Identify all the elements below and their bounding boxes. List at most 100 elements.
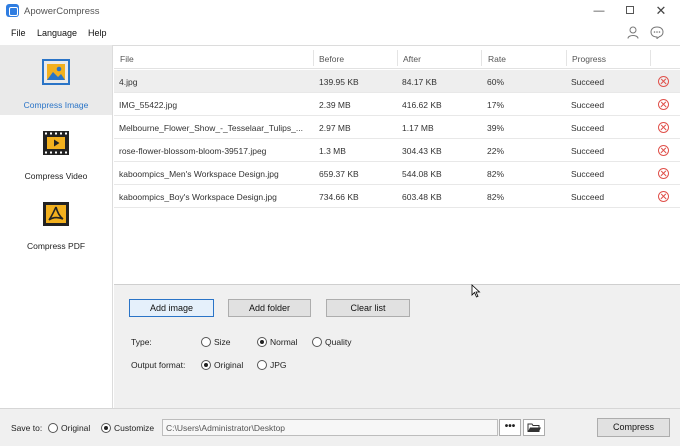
sidebar: Compress Image Compress Video Compress P… [0,45,113,408]
size-before: 1.3 MB [319,146,346,156]
title-bar: ApowerCompress — ✕ [0,0,680,22]
table-header: File Before After Rate Progress [114,47,680,69]
progress-status: Succeed [571,146,605,156]
size-before: 139.95 KB [319,77,359,87]
sidebar-item-compress-video[interactable]: Compress Video [0,116,112,186]
compression-rate: 22% [487,146,505,156]
output-format-label: Output format: [131,360,186,370]
type-size-label[interactable]: Size [214,337,231,347]
file-name: rose-flower-blossom-bloom-39517.jpeg [119,146,267,156]
table-row[interactable]: rose-flower-blossom-bloom-39517.jpeg 1.3… [114,139,680,162]
close-button[interactable]: ✕ [648,2,674,20]
table-row[interactable]: IMG_55422.jpg 2.39 MB 416.62 KB 17% Succ… [114,93,680,116]
format-jpg-label[interactable]: JPG [270,360,287,370]
size-after: 84.17 KB [402,77,437,87]
maximize-button[interactable] [617,2,643,20]
table-row[interactable]: kaboompics_Men's Workspace Design.jpg 65… [114,162,680,185]
progress-status: Succeed [571,123,605,133]
type-normal-label[interactable]: Normal [270,337,297,347]
column-header-file[interactable]: File [120,54,134,64]
save-original-radio[interactable] [48,423,58,433]
maximize-icon [626,6,634,15]
type-size-radio[interactable] [201,337,211,347]
type-quality-label[interactable]: Quality [325,337,351,347]
save-original-label[interactable]: Original [61,423,90,433]
size-after: 304.43 KB [402,146,442,156]
remove-icon[interactable] [658,145,669,156]
type-quality-radio[interactable] [312,337,322,347]
compression-rate: 60% [487,77,505,87]
mouse-cursor-icon [471,284,481,298]
column-separator[interactable] [650,50,651,66]
menu-file[interactable]: File [11,28,26,38]
column-header-before[interactable]: Before [319,54,344,64]
table-row[interactable]: Melbourne_Flower_Show_-_Tesselaar_Tulips… [114,116,680,139]
column-header-rate[interactable]: Rate [488,54,506,64]
format-original-radio[interactable] [201,360,211,370]
compress-button[interactable]: Compress [597,418,670,437]
progress-status: Succeed [571,77,605,87]
sidebar-item-compress-image[interactable]: Compress Image [0,45,112,115]
file-name: kaboompics_Men's Workspace Design.jpg [119,169,279,179]
size-after: 544.08 KB [402,169,442,179]
size-after: 603.48 KB [402,192,442,202]
menu-bar: File Language Help [0,22,680,44]
file-name: IMG_55422.jpg [119,100,178,110]
pdf-icon [43,202,69,226]
sidebar-item-label: Compress Video [24,171,88,181]
progress-status: Succeed [571,169,605,179]
options-panel: Add image Add folder Clear list Type: Si… [114,285,680,408]
table-row[interactable]: kaboompics_Boy's Workspace Design.jpg 73… [114,185,680,208]
progress-status: Succeed [571,192,605,202]
menu-language[interactable]: Language [37,28,77,38]
remove-icon[interactable] [658,122,669,133]
column-header-after[interactable]: After [403,54,421,64]
output-path-input[interactable] [162,419,498,436]
column-separator[interactable] [481,50,482,66]
size-before: 659.37 KB [319,169,359,179]
add-image-button[interactable]: Add image [129,299,214,317]
size-after: 1.17 MB [402,123,434,133]
compression-rate: 17% [487,100,505,110]
format-original-label[interactable]: Original [214,360,243,370]
chat-icon[interactable] [650,26,664,39]
remove-icon[interactable] [658,191,669,202]
column-separator[interactable] [313,50,314,66]
save-customize-label[interactable]: Customize [114,423,154,433]
remove-icon[interactable] [658,76,669,87]
folder-icon [527,423,541,432]
format-jpg-radio[interactable] [257,360,267,370]
clear-list-button[interactable]: Clear list [326,299,410,317]
size-before: 2.39 MB [319,100,351,110]
progress-status: Succeed [571,100,605,110]
file-name: Melbourne_Flower_Show_-_Tesselaar_Tulips… [119,123,303,133]
column-separator[interactable] [397,50,398,66]
menu-help[interactable]: Help [88,28,107,38]
minimize-button[interactable]: — [586,2,612,20]
add-folder-button[interactable]: Add folder [228,299,311,317]
save-to-label: Save to: [11,423,43,433]
column-separator[interactable] [566,50,567,66]
file-name: 4.jpg [119,77,138,87]
video-icon [43,131,69,155]
compression-rate: 82% [487,192,505,202]
open-folder-button[interactable] [523,419,545,436]
sidebar-item-label: Compress Image [23,100,89,110]
size-before: 2.97 MB [319,123,351,133]
file-name: kaboompics_Boy's Workspace Design.jpg [119,192,277,202]
footer-bar: Save to: Original Customize ••• Compress [0,408,680,446]
image-icon [42,59,70,85]
remove-icon[interactable] [658,168,669,179]
save-customize-radio[interactable] [101,423,111,433]
column-header-progress[interactable]: Progress [572,54,606,64]
size-before: 734.66 KB [319,192,359,202]
type-label: Type: [131,337,152,347]
user-icon[interactable] [627,26,639,39]
type-normal-radio[interactable] [257,337,267,347]
remove-icon[interactable] [658,99,669,110]
compression-rate: 82% [487,169,505,179]
sidebar-item-compress-pdf[interactable]: Compress PDF [0,187,112,257]
app-logo-icon [6,4,19,17]
browse-button[interactable]: ••• [499,419,521,436]
table-row[interactable]: 4.jpg 139.95 KB 84.17 KB 60% Succeed [114,70,680,93]
